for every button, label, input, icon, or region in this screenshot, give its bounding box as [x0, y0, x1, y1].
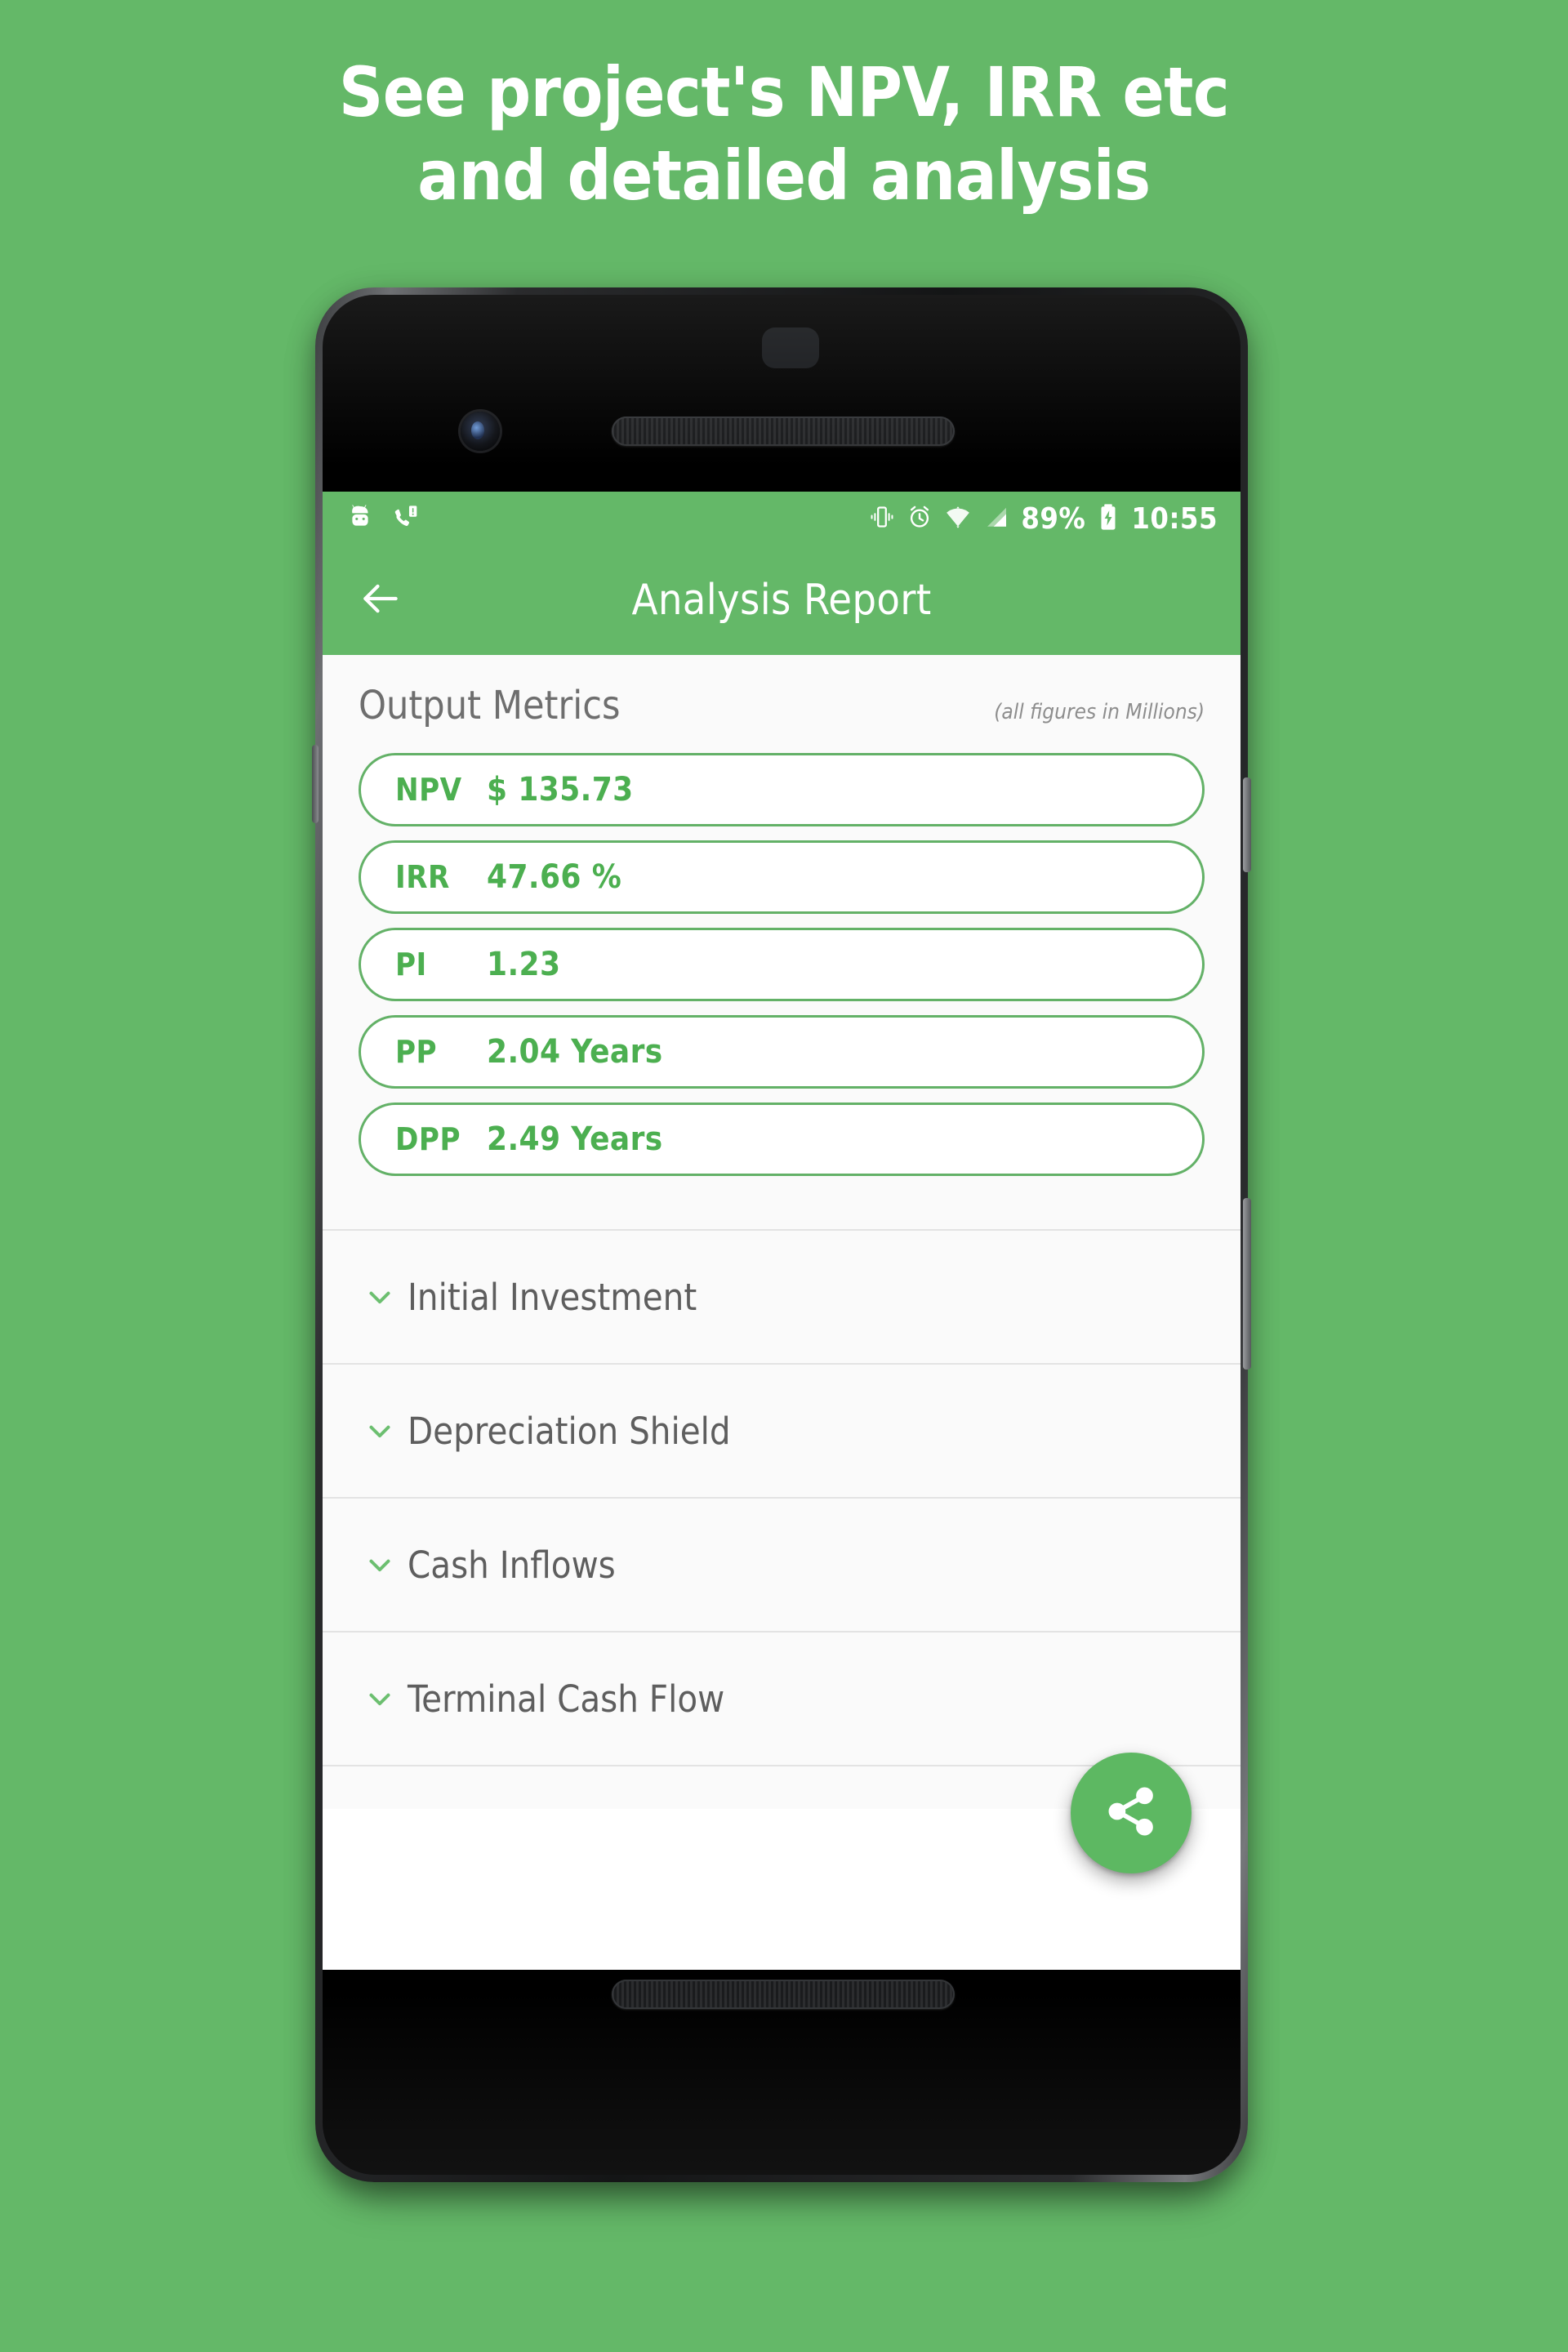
detail-sections-list: Initial Investment Depreciation Shield C… — [323, 1229, 1241, 1809]
back-button[interactable] — [357, 577, 404, 624]
chevron-down-icon — [362, 1280, 398, 1314]
metric-pill-dpp[interactable]: DPP 2.49 Years — [359, 1102, 1205, 1176]
proximity-sensor-icon — [762, 327, 819, 368]
wifi-icon — [944, 503, 972, 535]
page-title: Analysis Report — [631, 576, 932, 625]
promo-headline: See project's NPV, IRR etc and detailed … — [0, 51, 1568, 218]
android-robot-icon — [345, 502, 375, 536]
phone-frame: 89% 10:55 Analysis Report Output Metrics… — [315, 287, 1248, 2182]
accordion-item-label: Terminal Cash Flow — [408, 1677, 725, 1721]
alarm-clock-icon — [906, 504, 933, 534]
promo-headline-line2: and detailed analysis — [417, 136, 1151, 216]
metric-label: PP — [395, 1034, 438, 1070]
power-button[interactable] — [1243, 777, 1251, 872]
bottom-speaker-icon — [612, 1980, 955, 2009]
metric-label: PI — [395, 947, 427, 982]
accordion-item-label: Cash Inflows — [408, 1543, 616, 1587]
battery-percent-label: 89% — [1021, 501, 1086, 536]
volume-button[interactable] — [1243, 1198, 1251, 1370]
accordion-item-initial-investment[interactable]: Initial Investment — [323, 1229, 1241, 1363]
metric-value: $ 135.73 — [487, 771, 634, 808]
chevron-down-icon — [362, 1548, 398, 1582]
earpiece-speaker-icon — [612, 416, 955, 446]
clock-label: 10:55 — [1131, 501, 1218, 536]
accordion-item-terminal-cash-flow[interactable]: Terminal Cash Flow — [323, 1631, 1241, 1765]
output-metrics-header: Output Metrics (all figures in Millions) — [323, 683, 1241, 728]
status-bar-right-icons: 89% 10:55 — [869, 502, 1218, 536]
output-metrics-panel: Output Metrics (all figures in Millions)… — [323, 655, 1241, 1229]
missed-call-icon — [393, 503, 421, 535]
accordion-item-depreciation-shield[interactable]: Depreciation Shield — [323, 1363, 1241, 1497]
cellular-signal-icon — [983, 504, 1009, 534]
share-icon — [1102, 1782, 1160, 1845]
arrow-left-icon — [358, 576, 403, 626]
output-metrics-title: Output Metrics — [359, 683, 621, 728]
status-bar-left-icons — [345, 502, 421, 536]
accordion-item-label: Initial Investment — [408, 1275, 697, 1319]
metric-value: 2.49 Years — [487, 1120, 663, 1158]
metric-pill-pp[interactable]: PP 2.04 Years — [359, 1015, 1205, 1089]
share-fab-button[interactable] — [1071, 1753, 1192, 1873]
battery-charging-icon — [1097, 503, 1120, 535]
front-camera-icon — [461, 412, 500, 451]
app-screen: 89% 10:55 Analysis Report Output Metrics… — [323, 492, 1241, 1970]
metric-label: DPP — [395, 1121, 461, 1157]
metric-value: 47.66 % — [487, 858, 622, 896]
accordion-item-cash-inflows[interactable]: Cash Inflows — [323, 1497, 1241, 1631]
metric-pill-irr[interactable]: IRR 47.66 % — [359, 840, 1205, 914]
metric-label: NPV — [395, 772, 462, 808]
phone-mockup: 89% 10:55 Analysis Report Output Metrics… — [312, 287, 1251, 2195]
accordion-item-label: Depreciation Shield — [408, 1409, 731, 1453]
status-bar: 89% 10:55 — [323, 492, 1241, 546]
metric-pill-npv[interactable]: NPV $ 135.73 — [359, 753, 1205, 826]
metric-value: 2.04 Years — [487, 1033, 663, 1071]
chevron-down-icon — [362, 1414, 398, 1448]
metric-label: IRR — [395, 859, 450, 895]
chevron-down-icon — [362, 1682, 398, 1716]
promo-headline-line1: See project's NPV, IRR etc — [338, 52, 1230, 132]
output-metrics-note: (all figures in Millions) — [994, 700, 1205, 724]
metric-pill-pi[interactable]: PI 1.23 — [359, 928, 1205, 1001]
left-side-button[interactable] — [312, 745, 318, 823]
app-bar: Analysis Report — [323, 546, 1241, 655]
vibrate-icon — [869, 504, 895, 534]
metric-value: 1.23 — [487, 946, 561, 983]
